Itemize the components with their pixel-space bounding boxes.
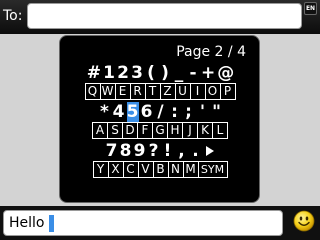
keyboard-key[interactable]: R — [129, 83, 146, 100]
symbol-key[interactable]: , — [176, 141, 188, 161]
symbol-key[interactable]: + — [201, 63, 215, 83]
symbol-key[interactable]: ! — [162, 141, 174, 161]
language-indicator-icon: EN — [304, 2, 317, 15]
keyboard-key[interactable]: O — [204, 83, 221, 100]
symbol-key[interactable]: 2 — [117, 63, 129, 83]
keyboard-key[interactable]: Z — [159, 83, 176, 100]
keyboard-key[interactable]: V — [137, 161, 154, 178]
symbol-picker-panel: Page 2 / 4 # 1 2 3 ( ) _ - + @ Q W E R T… — [59, 35, 260, 203]
keyboard-key[interactable]: P — [219, 83, 236, 100]
keyboard-key[interactable]: G — [152, 122, 168, 139]
symbol-key[interactable]: 1 — [103, 63, 115, 83]
keyboard-key[interactable]: I — [189, 83, 206, 100]
to-label: To: — [3, 8, 23, 24]
keyboard-key[interactable]: F — [137, 122, 153, 139]
symbol-key[interactable]: 9 — [134, 141, 146, 161]
message-input[interactable]: Hello — [3, 210, 283, 236]
symbol-key[interactable]: _ — [173, 63, 185, 83]
sym-key[interactable]: SYM — [197, 161, 228, 178]
keyboard-key[interactable]: K — [197, 122, 213, 139]
symbol-key[interactable]: : — [169, 102, 181, 122]
keyboard-key[interactable]: U — [174, 83, 191, 100]
keyboard-key[interactable]: D — [122, 122, 138, 139]
symbol-key-selected[interactable]: 5 — [126, 102, 139, 122]
keyboard-key[interactable]: X — [107, 161, 124, 178]
keyboard-key[interactable]: C — [122, 161, 139, 178]
keyboard-key[interactable]: H — [167, 122, 183, 139]
key-row-1: Q W E R T Z U I O P — [60, 83, 261, 100]
symbol-key[interactable]: ? — [148, 141, 160, 161]
message-bar: Hello — [0, 206, 320, 240]
keyboard-key[interactable]: T — [144, 83, 161, 100]
smiley-icon[interactable] — [293, 210, 315, 232]
symbol-key[interactable]: 4 — [113, 102, 125, 122]
keyboard-key[interactable]: L — [212, 122, 228, 139]
symbol-key[interactable]: ) — [159, 63, 171, 83]
text-cursor — [49, 215, 54, 232]
symbol-key[interactable]: 3 — [131, 63, 143, 83]
keyboard-key[interactable]: A — [92, 122, 108, 139]
keyboard-key[interactable]: S — [107, 122, 123, 139]
symbol-key[interactable]: 7 — [106, 141, 118, 161]
symbol-key[interactable]: * — [99, 102, 111, 122]
key-row-2: A S D F G H J K L — [60, 122, 261, 139]
symbol-row-1: # 1 2 3 ( ) _ - + @ — [60, 63, 261, 83]
symbol-key[interactable]: " — [211, 102, 223, 122]
keyboard-key[interactable]: J — [182, 122, 198, 139]
symbol-key[interactable]: ; — [183, 102, 195, 122]
keyboard-key[interactable]: M — [182, 161, 199, 178]
keyboard-key[interactable]: W — [99, 83, 116, 100]
symbol-key[interactable]: ' — [197, 102, 209, 122]
symbol-row-2: * 4 5 6 / : ; ' " — [60, 102, 261, 122]
key-row-3: Y X C V B N M SYM — [60, 161, 261, 178]
symbol-key[interactable]: # — [87, 63, 101, 83]
symbol-key[interactable]: ( — [145, 63, 157, 83]
keyboard-key[interactable]: Q — [84, 83, 101, 100]
keyboard-key[interactable]: N — [167, 161, 184, 178]
keyboard-key[interactable]: Y — [92, 161, 109, 178]
to-bar: To: EN — [0, 0, 320, 34]
symbol-row-3: 7 8 9 ? ! , . — [60, 141, 261, 161]
symbol-key[interactable]: - — [187, 63, 199, 83]
symbol-key[interactable]: 6 — [141, 102, 153, 122]
to-input[interactable] — [27, 3, 302, 29]
symbol-key[interactable]: / — [155, 102, 167, 122]
keyboard-key[interactable]: E — [114, 83, 131, 100]
message-text: Hello — [9, 215, 45, 231]
triangle-right-icon[interactable] — [204, 141, 216, 161]
keyboard-key[interactable]: B — [152, 161, 169, 178]
symbol-key[interactable]: @ — [217, 63, 234, 83]
symbol-key[interactable]: . — [190, 141, 202, 161]
page-indicator: Page 2 / 4 — [176, 44, 246, 60]
symbol-key[interactable]: 8 — [120, 141, 132, 161]
